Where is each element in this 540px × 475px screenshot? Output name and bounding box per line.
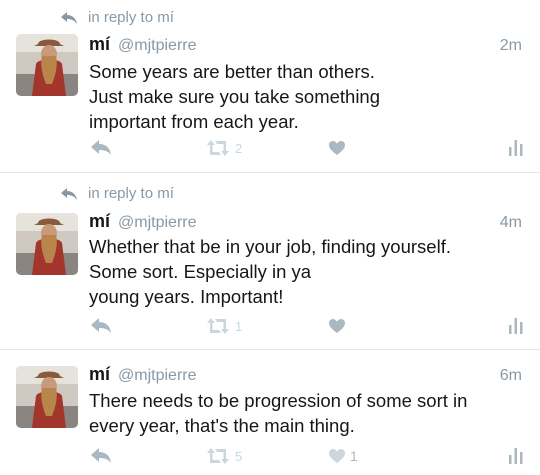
timestamp[interactable]: 6m: [500, 367, 522, 385]
tweet-header: mí @mjtpierre 4m: [89, 211, 522, 232]
tweet-actions: 1: [0, 314, 540, 340]
tweet-line: Some years are better than others.: [89, 61, 375, 82]
tweet-line: every year, that's the main thing.: [89, 415, 355, 436]
like-button[interactable]: 1: [328, 448, 358, 464]
tweet[interactable]: mí @mjtpierre 6m There needs to be progr…: [0, 349, 540, 475]
reply-button[interactable]: [90, 447, 112, 464]
tweet-actions: 5 1: [0, 444, 540, 470]
retweet-icon: [207, 448, 229, 464]
tweet[interactable]: in reply to mí mí @mjtpierre 4m Whether …: [0, 172, 540, 349]
reply-icon: [91, 448, 111, 463]
retweet-button[interactable]: 1: [205, 317, 242, 335]
retweet-button[interactable]: 5: [205, 447, 242, 465]
retweet-button[interactable]: 2: [205, 139, 242, 157]
heart-icon: [329, 319, 345, 333]
retweet-count: 2: [235, 140, 243, 156]
tweet-text: Some years are better than others. Just …: [89, 59, 520, 134]
username[interactable]: @mjtpierre: [118, 367, 196, 385]
heart-icon: [329, 449, 345, 463]
username[interactable]: @mjtpierre: [118, 214, 196, 232]
tweet-line: important from each year.: [89, 111, 299, 132]
like-count: 1: [350, 448, 358, 464]
tweet-line: Some sort. Especially in ya: [89, 261, 312, 282]
analytics-button[interactable]: [509, 446, 523, 464]
timestamp[interactable]: 2m: [500, 37, 522, 55]
tweet-line: There needs to be progression of some so…: [89, 390, 468, 411]
analytics-button[interactable]: [509, 138, 523, 156]
retweet-icon: [207, 318, 229, 334]
reply-arrow-icon: [61, 187, 77, 200]
timestamp[interactable]: 4m: [500, 214, 522, 232]
like-button[interactable]: [328, 318, 350, 334]
reply-button[interactable]: [90, 317, 112, 334]
reply-context-label: in reply to mí: [88, 9, 174, 26]
tweet-line: young years. Important!: [89, 286, 284, 307]
avatar[interactable]: [16, 34, 78, 96]
tweet-line: Just make sure you take something: [89, 86, 381, 107]
username[interactable]: @mjtpierre: [118, 37, 196, 55]
reply-arrow-icon: [61, 11, 77, 24]
tweet-header: mí @mjtpierre 2m: [89, 34, 522, 55]
tweet-line: Whether that be in your job, finding you…: [89, 236, 451, 257]
heart-icon: [329, 141, 345, 155]
reply-context-label: in reply to mí: [88, 185, 174, 202]
tweet-actions: 2: [0, 136, 540, 162]
retweet-count: 5: [235, 448, 243, 464]
tweet[interactable]: in reply to mí mí @mjtpierre 2m Some yea…: [0, 0, 540, 172]
reply-icon: [91, 318, 111, 333]
avatar[interactable]: [16, 213, 78, 275]
display-name[interactable]: mí: [89, 364, 110, 385]
analytics-icon: [509, 318, 523, 334]
analytics-icon: [509, 448, 523, 464]
retweet-icon: [207, 140, 229, 156]
reply-button[interactable]: [90, 139, 112, 156]
reply-icon: [91, 140, 111, 155]
tweet-text: Whether that be in your job, finding you…: [89, 234, 520, 309]
reply-context[interactable]: in reply to mí: [60, 185, 174, 202]
retweet-count: 1: [235, 318, 243, 334]
tweet-text: There needs to be progression of some so…: [89, 388, 520, 438]
tweet-header: mí @mjtpierre 6m: [89, 364, 522, 385]
like-button[interactable]: [328, 140, 350, 156]
display-name[interactable]: mí: [89, 34, 110, 55]
reply-context[interactable]: in reply to mí: [60, 9, 174, 26]
display-name[interactable]: mí: [89, 211, 110, 232]
analytics-icon: [509, 140, 523, 156]
avatar[interactable]: [16, 366, 78, 428]
analytics-button[interactable]: [509, 316, 523, 334]
